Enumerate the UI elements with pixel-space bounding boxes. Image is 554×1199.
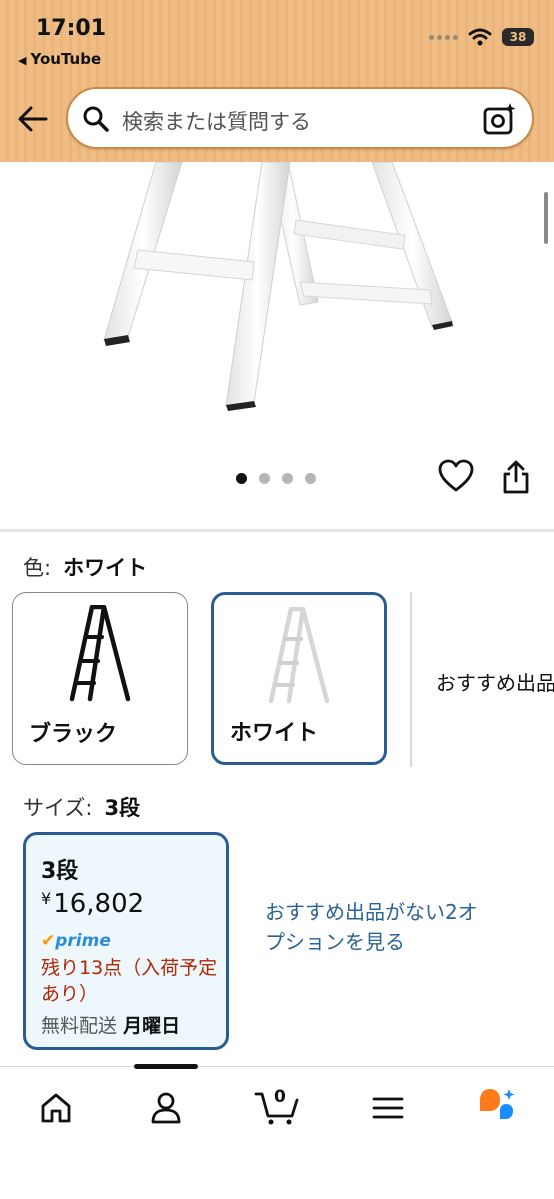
menu-icon[interactable] bbox=[372, 1090, 404, 1126]
home-icon[interactable] bbox=[38, 1090, 74, 1126]
delivery-prefix: 無料配送 bbox=[41, 1015, 118, 1037]
more-color-options-link[interactable]: おすすめ出品 bbox=[436, 667, 554, 696]
back-arrow-icon[interactable] bbox=[14, 100, 52, 138]
more-size-options-link[interactable]: おすすめ出品がない2オプションを見る bbox=[265, 897, 480, 957]
size-option-price: ¥16,802 bbox=[41, 889, 144, 919]
color-label: 色: bbox=[23, 556, 52, 580]
signal-icon bbox=[429, 34, 458, 40]
pager-dot[interactable] bbox=[282, 473, 293, 484]
back-app-label: YouTube bbox=[30, 50, 102, 68]
search-input[interactable]: 検索または質問する bbox=[66, 87, 534, 149]
black-ladder-thumbnail bbox=[69, 605, 131, 702]
share-icon[interactable] bbox=[500, 459, 532, 495]
prime-label: prime bbox=[55, 931, 111, 951]
wifi-icon bbox=[468, 28, 492, 46]
size-option-card[interactable]: 3段 ¥16,802 ✔prime 残り13点（入荷予定あり） 無料配送 月曜日 bbox=[23, 832, 229, 1050]
search-placeholder: 検索または質問する bbox=[122, 110, 311, 134]
product-page: 17:01 ◀ YouTube 38 検索または質問する 色: ホワイト ブラッ… bbox=[0, 0, 554, 1199]
size-label: サイズ: bbox=[23, 796, 93, 820]
status-indicators: 38 bbox=[429, 28, 534, 46]
heart-icon[interactable] bbox=[438, 459, 474, 493]
camera-search-icon[interactable] bbox=[482, 101, 518, 137]
cart-count: 0 bbox=[274, 1087, 286, 1107]
product-image[interactable] bbox=[0, 161, 554, 462]
delivery-info: 無料配送 月曜日 bbox=[41, 1011, 180, 1038]
pager-dot[interactable] bbox=[236, 473, 247, 484]
white-stepladder-image bbox=[103, 161, 453, 411]
size-option-name: 3段 bbox=[41, 859, 79, 884]
color-selected-value: ホワイト bbox=[63, 556, 148, 580]
back-triangle-icon: ◀ bbox=[18, 54, 27, 67]
back-to-app-link[interactable]: ◀ YouTube bbox=[18, 50, 101, 68]
pager-dot[interactable] bbox=[259, 473, 270, 484]
color-option-label: ブラック bbox=[29, 722, 118, 747]
size-selection-label: サイズ: 3段 bbox=[23, 792, 140, 822]
price-currency: ¥ bbox=[41, 889, 52, 908]
color-option-label: ホワイト bbox=[230, 721, 319, 746]
white-ladder-thumbnail bbox=[268, 607, 330, 704]
price-value: 16,802 bbox=[53, 889, 145, 919]
rufus-icon[interactable] bbox=[476, 1086, 518, 1128]
color-option-white[interactable]: ホワイト bbox=[211, 592, 387, 765]
header: 17:01 ◀ YouTube 38 検索または質問する bbox=[0, 0, 554, 162]
prime-badge: ✔prime bbox=[41, 931, 111, 951]
stock-status: 残り13点（入荷予定あり） bbox=[41, 957, 218, 1005]
status-time: 17:01 bbox=[36, 16, 107, 41]
pager-dot[interactable] bbox=[305, 473, 316, 484]
section-divider bbox=[0, 529, 554, 532]
search-icon bbox=[83, 106, 109, 132]
battery-icon: 38 bbox=[502, 28, 534, 46]
account-icon[interactable] bbox=[148, 1090, 184, 1126]
image-pager-dots[interactable] bbox=[236, 473, 316, 484]
cart-button[interactable]: 0 bbox=[254, 1086, 300, 1126]
size-selected-value: 3段 bbox=[104, 796, 141, 820]
scrollbar[interactable] bbox=[544, 192, 548, 244]
delivery-day: 月曜日 bbox=[123, 1015, 181, 1037]
color-option-black[interactable]: ブラック bbox=[12, 592, 188, 765]
prime-check-icon: ✔ bbox=[41, 931, 56, 951]
options-separator bbox=[410, 592, 412, 767]
nav-active-indicator bbox=[134, 1064, 198, 1069]
color-selection-label: 色: ホワイト bbox=[23, 552, 147, 582]
